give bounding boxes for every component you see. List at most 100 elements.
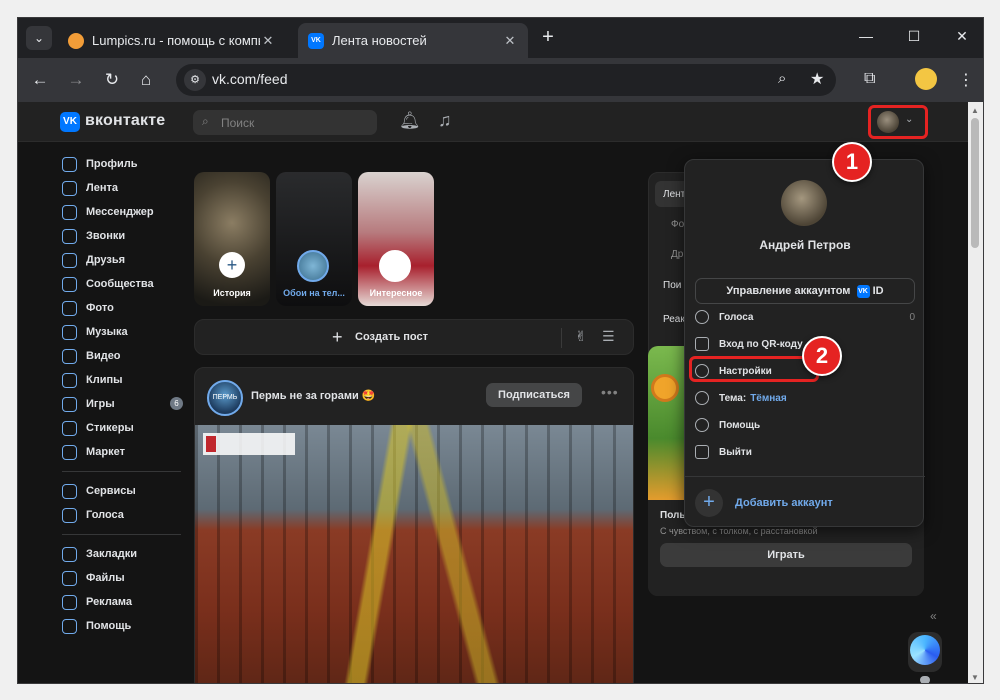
nav-item-music[interactable]: Музыка: [62, 322, 187, 342]
divider: [561, 328, 562, 348]
close-icon[interactable]: ✕: [502, 33, 518, 49]
collapse-chevrons-icon[interactable]: «: [930, 609, 937, 623]
assistant-widget[interactable]: [908, 632, 942, 672]
plus-icon: +: [332, 327, 343, 347]
nav-item-services[interactable]: Сервисы: [62, 481, 187, 501]
home-icon[interactable]: ⌂: [134, 68, 158, 92]
site-info-icon[interactable]: ⚙: [184, 69, 206, 91]
help-icon: [695, 418, 709, 432]
close-window-icon[interactable]: ✕: [952, 28, 972, 45]
ads-icon: [62, 594, 77, 610]
tab-strip: ⌄ Lumpics.ru - помощь с компью ✕ VK Лент…: [18, 18, 983, 58]
friends-icon: [62, 252, 77, 268]
sort-feed-icon[interactable]: ☰: [602, 328, 615, 345]
add-story-icon[interactable]: +: [219, 252, 245, 278]
tab-vk-feed[interactable]: VK Лента новостей ✕: [298, 23, 528, 58]
menu-item-help[interactable]: Помощь: [695, 415, 915, 435]
vk-id-icon: VK: [856, 284, 870, 298]
communities-icon: [62, 276, 77, 292]
nav-item-ads[interactable]: Реклама: [62, 592, 187, 612]
profile-dropdown: Андрей Петров Управление аккаунтом VK ID…: [684, 159, 925, 527]
step-callout-1: 1: [832, 142, 872, 182]
scrollbar-thumb[interactable]: [971, 118, 979, 248]
more-options-icon[interactable]: •••: [601, 384, 619, 400]
profile-menu-button[interactable]: ⌄: [868, 105, 928, 139]
maximize-icon[interactable]: ☐: [904, 28, 924, 45]
menu-item-theme[interactable]: Тема: Тёмная: [695, 388, 915, 408]
qr-code-icon: [695, 337, 709, 351]
nav-item-help[interactable]: Помощь: [62, 616, 187, 636]
menu-item-logout[interactable]: Выйти: [695, 442, 915, 462]
manage-account-button[interactable]: Управление аккаунтом VK ID: [695, 278, 915, 304]
filter-search[interactable]: Пои: [663, 280, 681, 291]
url-text[interactable]: vk.com/feed: [212, 71, 287, 87]
bookmarks-icon: [62, 546, 77, 562]
nav-item-profile[interactable]: Профиль: [62, 154, 187, 174]
post-photo[interactable]: [195, 425, 633, 683]
filter-reactions[interactable]: Реак: [663, 314, 685, 325]
nav-item-bookmarks[interactable]: Закладки: [62, 544, 187, 564]
scroll-up-arrow[interactable]: ▲: [971, 106, 979, 115]
user-name[interactable]: Андрей Петров: [685, 238, 925, 252]
zoom-icon[interactable]: ⌕: [778, 70, 786, 87]
menu-dots-icon[interactable]: ⋮: [958, 70, 974, 90]
nav-item-video[interactable]: Видео: [62, 346, 187, 366]
avatar[interactable]: [781, 180, 827, 226]
tab-search-button[interactable]: ⌄: [26, 26, 52, 50]
photo-sign: [203, 433, 295, 455]
address-bar[interactable]: ⚙ vk.com/feed ⌕ ★: [176, 64, 836, 96]
nav-item-messenger[interactable]: Мессенджер: [62, 202, 187, 222]
nav-item-feed[interactable]: Лента: [62, 178, 187, 198]
close-icon[interactable]: ✕: [260, 33, 276, 49]
filter-photos[interactable]: Фо: [671, 219, 684, 230]
story-avatar: [297, 250, 329, 282]
story-wallpapers[interactable]: Обои на тел...: [276, 172, 352, 306]
vk-logo-text[interactable]: вконтакте: [85, 112, 165, 130]
nav-item-communities[interactable]: Сообщества: [62, 274, 187, 294]
create-post-bar[interactable]: + Создать пост ✌ ☰: [194, 319, 634, 355]
create-post-label: Создать пост: [355, 331, 429, 343]
tab-lumpics[interactable]: Lumpics.ru - помощь с компью ✕: [58, 23, 286, 58]
avatar[interactable]: ПЕРМЬ: [207, 380, 243, 416]
post-author[interactable]: Пермь не за горами 🤩: [251, 389, 376, 402]
minimize-icon[interactable]: —: [856, 28, 876, 44]
vk-logo-icon[interactable]: VK: [60, 112, 80, 132]
bookmark-star-icon[interactable]: ★: [810, 69, 824, 89]
search-placeholder: Поиск: [221, 116, 255, 130]
notifications-bell-icon[interactable]: 🔔︎: [399, 111, 421, 131]
forward-icon[interactable]: →: [64, 68, 88, 92]
play-button[interactable]: Играть: [660, 543, 912, 567]
nav-item-photo[interactable]: Фото: [62, 298, 187, 318]
nav-item-friends[interactable]: Друзья: [62, 250, 187, 270]
scroll-down-arrow[interactable]: ▼: [971, 673, 979, 682]
menu-item-votes[interactable]: Голоса 0: [695, 307, 915, 327]
nav-item-calls[interactable]: Звонки: [62, 226, 187, 246]
add-account-button[interactable]: + Добавить аккаунт: [695, 488, 915, 518]
filter-feed[interactable]: Лент: [663, 189, 685, 200]
reload-icon[interactable]: ↻: [100, 68, 124, 92]
nav-item-games[interactable]: Игры 6: [62, 394, 187, 414]
browser-profile-avatar[interactable]: [915, 68, 937, 90]
votes-icon: [62, 507, 77, 523]
nav-divider: [62, 534, 181, 535]
nav-item-files[interactable]: Файлы: [62, 568, 187, 588]
clip-icon[interactable]: ✌: [575, 328, 587, 345]
orange-circle-icon: [68, 32, 84, 49]
story-interesting[interactable]: Интересное: [358, 172, 434, 306]
new-tab-button[interactable]: +: [536, 26, 560, 50]
chat-bubble-icon[interactable]: [920, 676, 930, 683]
back-icon[interactable]: ←: [28, 68, 52, 92]
subscribe-button[interactable]: Подписаться: [486, 383, 582, 407]
feed-post: ПЕРМЬ Пермь не за горами 🤩 Подписаться •…: [194, 367, 634, 683]
nav-item-clips[interactable]: Клипы: [62, 370, 187, 390]
filter-friends[interactable]: Др: [671, 249, 683, 260]
extensions-icon[interactable]: ⧉: [864, 70, 875, 88]
nav-item-stickers[interactable]: Стикеры: [62, 418, 187, 438]
story-create[interactable]: + История: [194, 172, 270, 306]
music-note-icon[interactable]: ♫: [438, 110, 452, 131]
messenger-icon: [62, 204, 77, 220]
nav-item-market[interactable]: Маркет: [62, 442, 187, 462]
music-icon: [62, 324, 77, 340]
nav-item-votes[interactable]: Голоса: [62, 505, 187, 525]
search-input[interactable]: ⌕ Поиск: [193, 110, 377, 135]
